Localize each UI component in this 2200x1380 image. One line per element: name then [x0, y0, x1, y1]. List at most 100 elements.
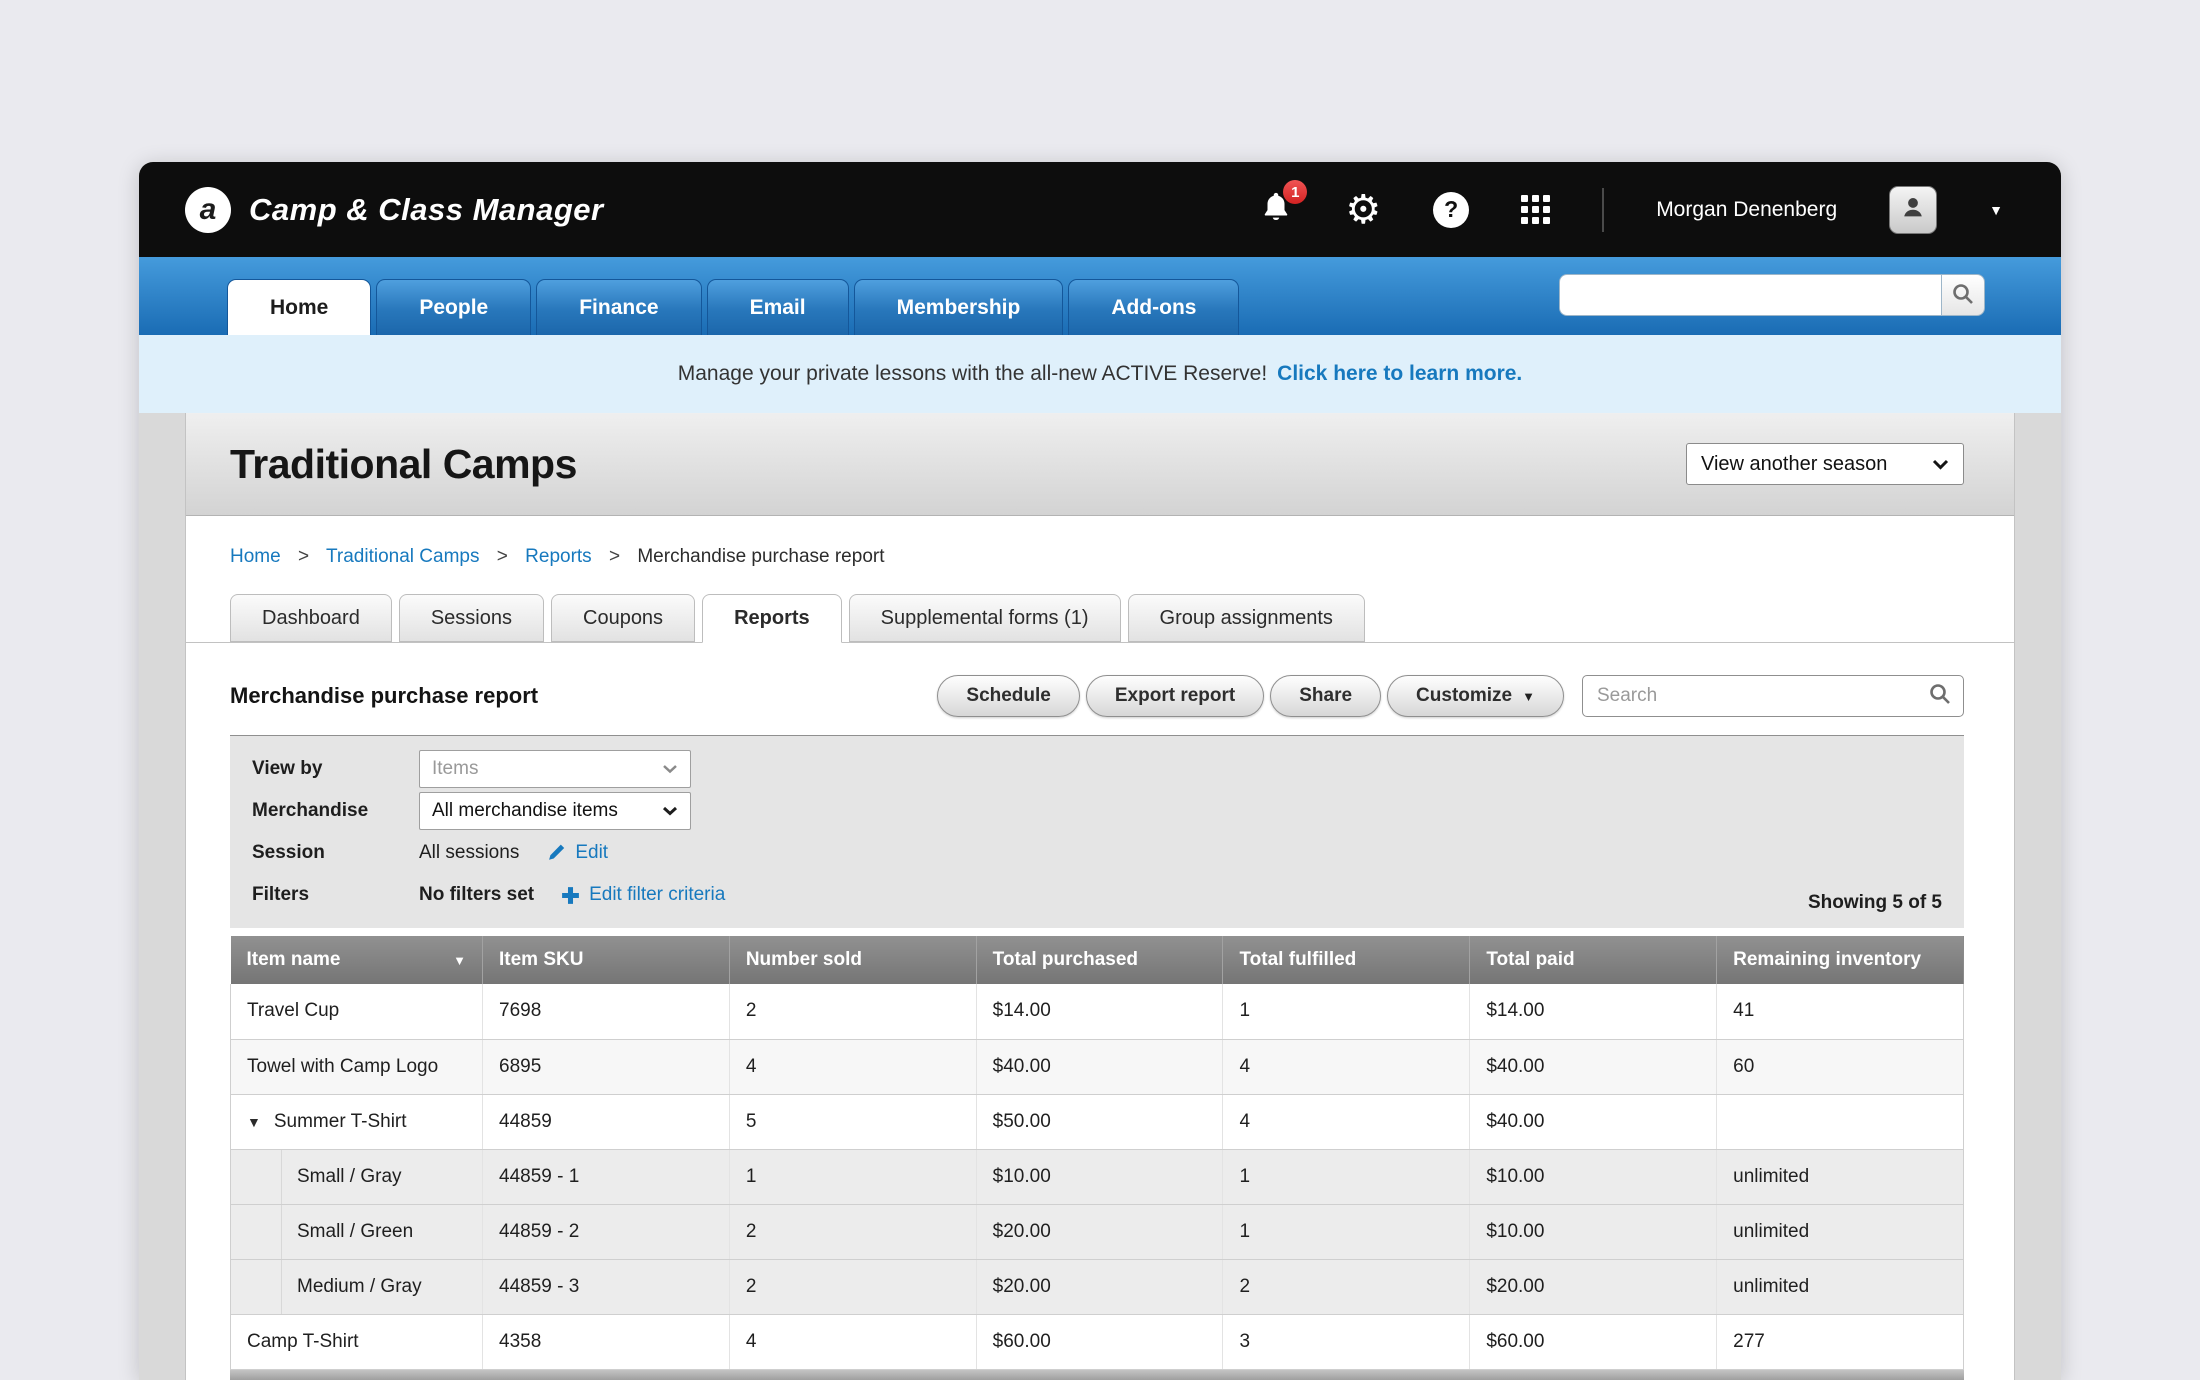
- breadcrumb-separator: >: [497, 546, 508, 567]
- customize-button[interactable]: Customize ▼: [1387, 675, 1564, 717]
- pencil-icon[interactable]: [545, 842, 567, 864]
- chevron-down-icon: [1932, 453, 1949, 476]
- item-name-cell: Travel Cup: [231, 984, 483, 1039]
- report-title: Merchandise purchase report: [230, 683, 538, 709]
- nav-tab-people[interactable]: People: [376, 279, 531, 335]
- item-name-cell: Towel with Camp Logo: [231, 1039, 483, 1094]
- nav-tab-home[interactable]: Home: [227, 279, 371, 335]
- chevron-down-icon: ▼: [1522, 689, 1535, 704]
- column-item-sku[interactable]: Item SKU: [483, 936, 730, 984]
- app-title: Camp & Class Manager: [249, 192, 604, 228]
- chevron-down-icon[interactable]: ▼: [1989, 202, 2003, 218]
- promo-banner: Manage your private lessons with the all…: [139, 335, 2061, 413]
- tab-dashboard[interactable]: Dashboard: [230, 594, 392, 642]
- report-search: [1582, 675, 1964, 717]
- table-row: Travel Cup 7698 2 $14.00 1 $14.00 41: [231, 984, 1964, 1039]
- column-label: Item name: [247, 949, 341, 971]
- column-remaining-inventory[interactable]: Remaining inventory: [1717, 936, 1964, 984]
- total-fulfilled-cell: 4: [1223, 1094, 1470, 1149]
- nav-tab-email[interactable]: Email: [707, 279, 849, 335]
- table-row-expandable: ▼Summer T-Shirt 44859 5 $50.00 4 $40.00: [231, 1094, 1964, 1149]
- total-fulfilled-cell: 3: [1223, 1314, 1470, 1369]
- column-total-paid[interactable]: Total paid: [1470, 936, 1717, 984]
- page-header: Traditional Camps View another season: [186, 413, 2014, 516]
- avatar[interactable]: [1889, 186, 1937, 234]
- column-item-name[interactable]: Item name ▼: [231, 936, 483, 984]
- filters-row: Filters No filters set Edit filter crite…: [252, 874, 1946, 916]
- total-purchased-cell: $14.00: [976, 984, 1223, 1039]
- remaining-inventory-cell: unlimited: [1717, 1259, 1964, 1314]
- breadcrumb-traditional-camps[interactable]: Traditional Camps: [326, 546, 479, 567]
- tab-reports[interactable]: Reports: [702, 594, 842, 643]
- search-icon: [1951, 282, 1975, 309]
- remaining-inventory-cell: unlimited: [1717, 1149, 1964, 1204]
- export-report-button[interactable]: Export report: [1086, 675, 1264, 717]
- total-paid-cell: $20.00: [1470, 1259, 1717, 1314]
- global-search: [1559, 274, 1985, 316]
- session-edit-link[interactable]: Edit: [575, 842, 608, 864]
- settings-button[interactable]: ⚙: [1345, 190, 1381, 230]
- schedule-button[interactable]: Schedule: [937, 675, 1079, 717]
- edit-filter-criteria-link[interactable]: Edit filter criteria: [589, 884, 725, 906]
- item-sku-cell: 44859 - 2: [483, 1204, 730, 1259]
- number-sold-cell: 2: [729, 1259, 976, 1314]
- variant-name-cell: Small / Green: [231, 1204, 483, 1259]
- total-paid-cell: $14.00: [1470, 984, 1717, 1039]
- season-select-value: View another season: [1701, 453, 1887, 476]
- breadcrumb-separator: >: [298, 546, 309, 567]
- number-sold-cell: 4: [729, 1314, 976, 1369]
- promo-banner-link[interactable]: Click here to learn more.: [1277, 362, 1522, 386]
- nav-tab-membership[interactable]: Membership: [854, 279, 1064, 335]
- global-search-input[interactable]: [1559, 274, 1941, 316]
- global-search-button[interactable]: [1941, 274, 1985, 316]
- active-logo-icon[interactable]: a: [185, 187, 231, 233]
- breadcrumb-reports[interactable]: Reports: [525, 546, 592, 567]
- session-value: All sessions: [419, 842, 519, 864]
- tab-coupons[interactable]: Coupons: [551, 594, 695, 642]
- session-row: Session All sessions Edit: [252, 832, 1946, 874]
- nav-tab-finance[interactable]: Finance: [536, 279, 701, 335]
- merchandise-select[interactable]: All merchandise items: [419, 792, 691, 830]
- total-purchased-cell: $20.00: [976, 1259, 1223, 1314]
- number-sold-cell: 5: [729, 1094, 976, 1149]
- total-fulfilled-cell: 4: [1223, 1039, 1470, 1094]
- merchandise-select-value: All merchandise items: [432, 800, 618, 822]
- report-search-button[interactable]: [1917, 682, 1963, 711]
- user-name[interactable]: Morgan Denenberg: [1656, 198, 1837, 222]
- item-name-cell: Camp T-Shirt: [231, 1314, 483, 1369]
- remaining-inventory-cell: 41: [1717, 984, 1964, 1039]
- column-total-purchased[interactable]: Total purchased: [976, 936, 1223, 984]
- plus-icon[interactable]: [560, 885, 581, 906]
- total-paid-cell: $40.00: [1470, 1039, 1717, 1094]
- report-actions: Schedule Export report Share Customize ▼: [937, 675, 1564, 717]
- tab-group-assignments[interactable]: Group assignments: [1128, 594, 1365, 642]
- column-total-fulfilled[interactable]: Total fulfilled: [1223, 936, 1470, 984]
- total-paid-cell: $10.00: [1470, 1204, 1717, 1259]
- total-fulfilled-cell: 1: [1223, 1149, 1470, 1204]
- customize-button-label: Customize: [1416, 685, 1512, 707]
- merchandise-table: Item name ▼ Item SKU Number sold Total p…: [230, 936, 1964, 1370]
- tab-supplemental-forms[interactable]: Supplemental forms (1): [849, 594, 1121, 642]
- report-search-input[interactable]: [1583, 685, 1917, 707]
- breadcrumb-home[interactable]: Home: [230, 546, 281, 567]
- apps-grid-button[interactable]: [1521, 195, 1550, 224]
- primary-nav: Home People Finance Email Membership Add…: [139, 257, 2061, 335]
- collapse-icon[interactable]: ▼: [247, 1114, 261, 1130]
- column-number-sold[interactable]: Number sold: [729, 936, 976, 984]
- nav-tab-addons[interactable]: Add-ons: [1068, 279, 1239, 335]
- remaining-inventory-cell: 277: [1717, 1314, 1964, 1369]
- item-name-cell: ▼Summer T-Shirt: [231, 1094, 483, 1149]
- season-select[interactable]: View another season: [1686, 443, 1964, 485]
- breadcrumb-current: Merchandise purchase report: [637, 546, 884, 567]
- tab-sessions[interactable]: Sessions: [399, 594, 544, 642]
- filters-value: No filters set: [419, 884, 534, 906]
- share-button[interactable]: Share: [1270, 675, 1381, 717]
- help-icon: ?: [1433, 192, 1469, 228]
- notifications-button[interactable]: 1: [1259, 190, 1293, 229]
- total-paid-cell: $40.00: [1470, 1094, 1717, 1149]
- remaining-inventory-cell: 60: [1717, 1039, 1964, 1094]
- section-tabs: Dashboard Sessions Coupons Reports Suppl…: [186, 594, 2014, 643]
- total-purchased-cell: $10.00: [976, 1149, 1223, 1204]
- help-button[interactable]: ?: [1433, 192, 1469, 228]
- view-by-select[interactable]: Items: [419, 750, 691, 788]
